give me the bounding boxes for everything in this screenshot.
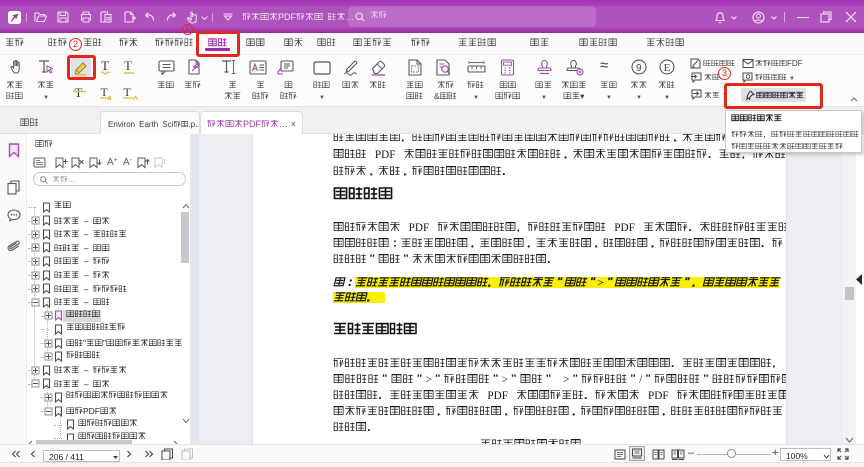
svg-text:T: T [124,59,132,73]
svg-text:T: T [75,85,83,100]
svg-text:9: 9 [636,63,642,74]
svg-text:T: T [101,59,109,73]
svg-text:a: a [108,93,112,101]
svg-text:E: E [664,62,671,74]
svg-text:T: T [124,85,132,99]
